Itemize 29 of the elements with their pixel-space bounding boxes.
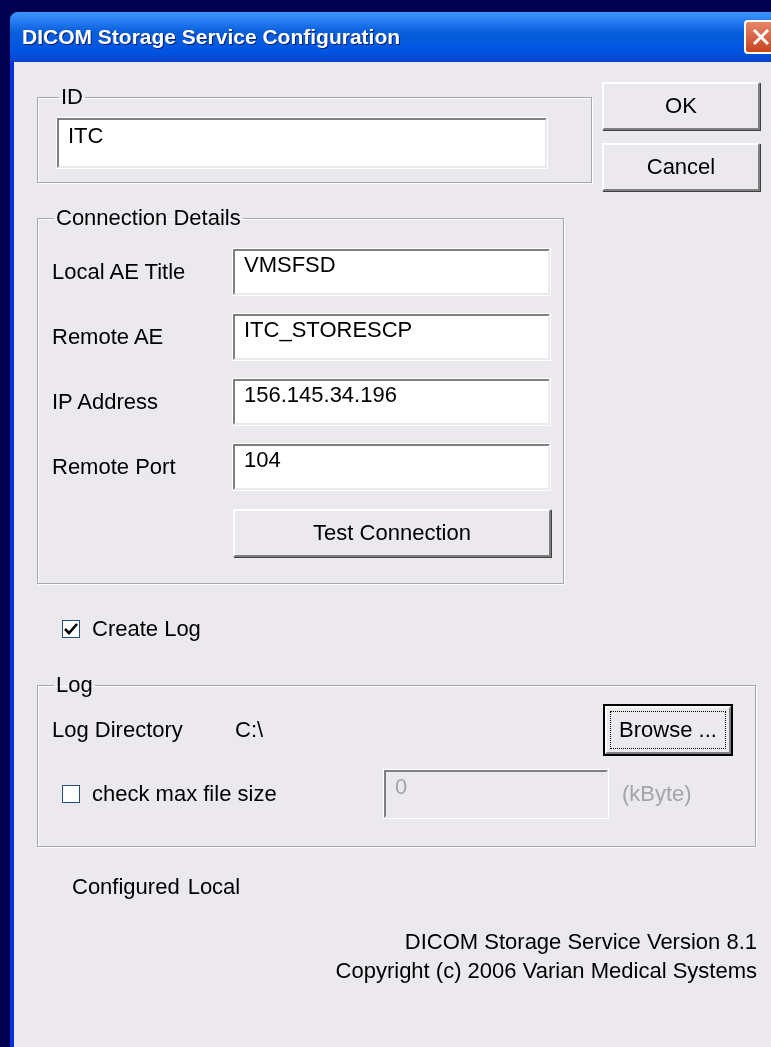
text-field[interactable]: 156.145.34.196 [233,378,550,425]
browse-button[interactable]: Browse ... [605,706,731,754]
dialog-button[interactable]: OK [602,82,760,130]
text-field[interactable]: VMSFSD [233,248,550,295]
test-connection-button[interactable]: Test Connection [233,509,551,557]
checkbox-label: Create Log [92,616,201,642]
group-label: Connection Details [55,207,242,229]
status-text: Local [187,874,241,900]
directory-path: C:\ [235,717,265,743]
version-text: DICOM Storage Service Version 8.1 [404,928,757,956]
field-label: Local AE Title [52,258,187,285]
id-field[interactable]: ITC [57,118,547,168]
checkbox-box[interactable] [62,620,80,638]
checkbox-label: check max file size [92,781,277,807]
version-text: Copyright (c) 2006 Varian Medical Systems [335,957,757,985]
field-label: Remote AE [52,323,165,350]
window-title: DICOM Storage Service Configuration [22,25,401,49]
text-field[interactable]: ITC_STORESCP [233,313,550,360]
field-label: IP Address [52,388,159,415]
status-text: Configured [72,874,180,900]
group-label: Log [55,674,94,696]
text-field[interactable]: 104 [233,443,550,490]
dialog-button[interactable]: Cancel [602,143,760,191]
group-label: ID [60,86,84,108]
checkbox[interactable]: Create Log [62,616,201,642]
close-icon[interactable] [744,20,771,54]
field-label: Remote Port [52,453,177,480]
unit-label: (kByte) [622,781,693,807]
field-label: Log Directory [52,717,184,743]
